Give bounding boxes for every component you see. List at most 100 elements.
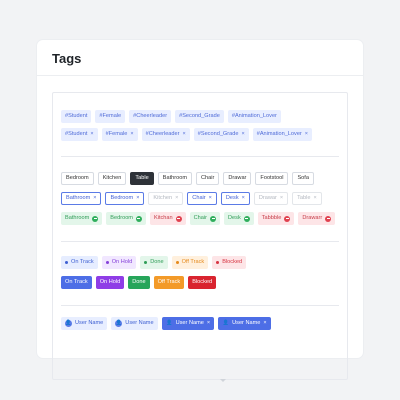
tag-label: Bedroom (110, 194, 134, 201)
tag-label: User Name (125, 319, 154, 326)
status-tag-solid[interactable]: Done (128, 276, 150, 289)
room-status-tag[interactable]: Bathroom (61, 212, 103, 225)
status-tag-solid[interactable]: On Hold (95, 276, 125, 289)
close-icon[interactable]: × (90, 131, 93, 138)
room-removable-tag[interactable]: Bathroom × (61, 192, 102, 205)
room-tag[interactable]: Chair (196, 172, 220, 185)
room-tag[interactable]: Bathroom (157, 172, 193, 185)
status-tag[interactable]: On Hold (101, 256, 137, 269)
hashtag[interactable]: #Second_Grade (175, 110, 224, 123)
hashtag-removable[interactable]: #Female × (101, 128, 138, 141)
tag-label: Kitchen (153, 194, 173, 201)
section-divider (61, 305, 339, 306)
remove-circle-icon[interactable] (92, 215, 99, 222)
tag-label: Blocked (222, 258, 243, 265)
tag-label: #Student (65, 130, 88, 137)
tag-label: Drawar (228, 174, 247, 181)
room-tag[interactable]: Footstool (255, 172, 289, 185)
close-icon[interactable]: × (175, 195, 178, 202)
room-tag[interactable]: Sofa (292, 172, 314, 185)
room-tag[interactable]: Drawar (223, 172, 252, 185)
hashtag[interactable]: #Animation_Lover (227, 110, 281, 123)
remove-circle-icon[interactable] (135, 215, 142, 222)
status-tag-solid[interactable]: Blocked (188, 276, 217, 289)
tag-label: Table (135, 174, 149, 181)
user-tag[interactable]: 👤 User Name × (218, 317, 271, 330)
room-status-tag[interactable]: Kitchan (149, 212, 186, 225)
tag-label: #Second_Grade (179, 112, 220, 119)
close-icon[interactable]: × (241, 131, 244, 138)
user-tag[interactable]: 👤 User Name (61, 317, 108, 330)
room-removable-tag[interactable]: Desk × (220, 192, 250, 205)
section-divider (61, 241, 339, 242)
room-tag[interactable]: Bedroom (61, 172, 94, 185)
room-status-tag[interactable]: Bedroom (106, 212, 146, 225)
room-status-row: Bathroom Bedroom Kitchan Chair Desk Tabbble Dr… (61, 212, 336, 225)
status-tag[interactable]: On Track (61, 256, 98, 269)
tags-card: Tags #Student #Female #Cheerleader #Second_… (37, 40, 363, 382)
status-dot-icon (216, 261, 220, 264)
remove-circle-icon[interactable] (284, 215, 291, 222)
close-icon[interactable]: × (209, 195, 212, 202)
status-tag-solid[interactable]: On Track (61, 276, 92, 289)
chevron-down-icon (220, 379, 226, 382)
remove-circle-icon[interactable] (243, 215, 250, 222)
user-tag-row: 👤 User Name 👤 User Name 👤 User Name × 👤 User Nam… (61, 317, 271, 330)
status-tag[interactable]: Done (140, 256, 168, 269)
close-icon[interactable]: × (183, 131, 186, 138)
tag-label: Desk (225, 194, 239, 201)
tag-label: User Name (75, 319, 104, 326)
room-removable-tag[interactable]: Bedroom × (105, 192, 145, 205)
close-icon[interactable]: × (305, 131, 308, 138)
room-tag[interactable]: Table (130, 172, 154, 185)
close-icon[interactable]: × (136, 195, 139, 202)
close-icon[interactable]: × (130, 131, 133, 138)
user-tag[interactable]: 👤 User Name × (161, 317, 215, 330)
tag-label: #Cheerleader (145, 130, 180, 137)
tag-label: Bedroom (110, 214, 133, 221)
tag-label: Bathroom (162, 174, 188, 181)
tag-label: #Female (99, 112, 122, 119)
hashtag-removable[interactable]: #Animation_Lover × (252, 128, 313, 141)
room-removable-row: Bathroom × Bedroom × Kitchen × Chair × Desk × Draw… (61, 192, 322, 205)
room-tag[interactable]: Kitchen (97, 172, 127, 185)
page-title: Tags (52, 51, 82, 66)
hashtag[interactable]: #Student (61, 110, 92, 123)
status-solid-row: On Track On Hold Done Off Track Blocked (61, 276, 217, 289)
close-icon[interactable]: × (93, 195, 96, 202)
title-divider (37, 75, 363, 76)
hashtag-removable[interactable]: #Cheerleader × (141, 128, 190, 141)
tag-label: Bedroom (66, 174, 89, 181)
close-icon[interactable]: × (313, 195, 316, 202)
section-divider (61, 156, 339, 157)
close-icon[interactable]: × (207, 320, 210, 327)
hashtag-row: #Student #Female #Cheerleader #Second_Grade… (61, 110, 281, 123)
hashtag[interactable]: #Female (95, 110, 126, 123)
status-tag-solid[interactable]: Off Track (153, 276, 185, 289)
hashtag-removable[interactable]: #Second_Grade × (193, 128, 249, 141)
close-icon[interactable]: × (242, 195, 245, 202)
room-removable-tag: Kitchen × (148, 192, 184, 205)
room-status-tag[interactable]: Drawarr (298, 212, 336, 225)
status-dot-icon (105, 261, 109, 264)
room-removable-tag[interactable]: Chair × (187, 192, 217, 205)
room-status-tag[interactable]: Chair (189, 212, 221, 225)
remove-circle-icon[interactable] (325, 215, 332, 222)
tag-label: #Animation_Lover (231, 112, 277, 119)
close-icon[interactable]: × (280, 195, 283, 202)
status-dot-icon (65, 261, 68, 264)
tag-label: On Track (71, 258, 94, 265)
hashtag-removable[interactable]: #Student × (61, 128, 98, 141)
status-tag[interactable]: Off Track (171, 256, 209, 269)
room-status-tag[interactable]: Tabbble (257, 212, 295, 225)
user-icon: 👤 (115, 320, 123, 327)
close-icon[interactable]: × (263, 320, 266, 327)
hashtag[interactable]: #Cheerleader (129, 110, 172, 123)
user-tag[interactable]: 👤 User Name (111, 317, 158, 330)
room-status-tag[interactable]: Desk (224, 212, 254, 225)
tags-showcase-panel: #Student #Female #Cheerleader #Second_Grade… (52, 92, 348, 380)
remove-circle-icon[interactable] (210, 215, 217, 222)
status-tag[interactable]: Blocked (212, 256, 247, 269)
tag-label: Done (150, 258, 164, 265)
remove-circle-icon[interactable] (175, 215, 182, 222)
